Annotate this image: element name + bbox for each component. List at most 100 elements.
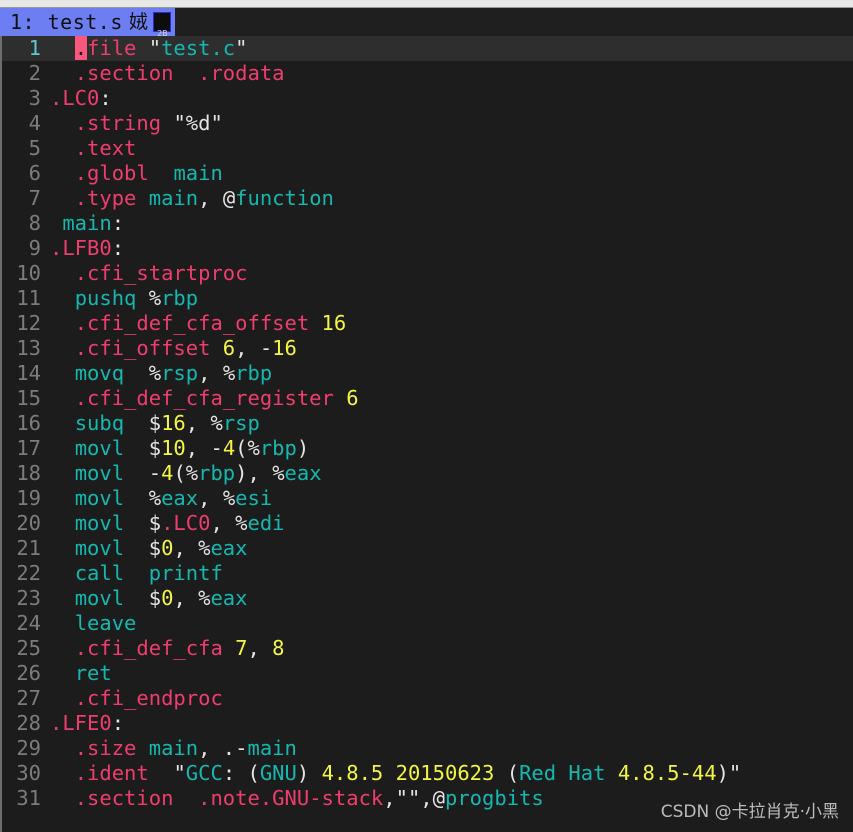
code-line[interactable]: 26 ret	[2, 661, 853, 686]
code-token: call	[74, 561, 125, 585]
code-line[interactable]: 7 .type main, @function	[2, 186, 853, 211]
code-token: main	[148, 736, 199, 760]
code-token: ,	[247, 636, 273, 660]
line-content: movl %eax, %esi	[50, 486, 853, 511]
code-line[interactable]: 27 .cfi_endproc	[2, 686, 853, 711]
code-line[interactable]: 28 .LFE0:	[2, 711, 853, 736]
code-token: $	[148, 436, 162, 460]
line-number: 7	[28, 186, 41, 210]
code-line[interactable]: 19 movl %eax, %esi	[2, 486, 853, 511]
code-line[interactable]: 22 call printf	[2, 561, 853, 586]
code-token: test.c	[161, 36, 236, 60]
code-token: .LC0	[50, 86, 100, 110]
code-token: .cfi_def_cfa_offset	[74, 311, 310, 335]
code-token: ,	[173, 586, 199, 610]
code-line[interactable]: 29 .size main, .-main	[2, 736, 853, 761]
line-content: call printf	[50, 561, 853, 586]
line-number: 5	[28, 136, 41, 160]
code-token: ,	[173, 536, 199, 560]
editor-buffer[interactable]: 1 .file "test.c" 2 .section .rodata 3 .LC0:…	[0, 36, 853, 832]
code-token: 6	[346, 386, 359, 410]
code-line[interactable]: 21 movl $0, %eax	[2, 536, 853, 561]
line-content: .text	[50, 136, 853, 161]
code-token: :	[111, 211, 125, 235]
line-number: 20	[16, 511, 41, 535]
code-line[interactable]: 10 .cfi_startproc	[2, 261, 853, 286]
code-line[interactable]: 25 .cfi_def_cfa 7, 8	[2, 636, 853, 661]
code-line[interactable]: 16 subq $16, %rsp	[2, 411, 853, 436]
line-number: 31	[16, 786, 41, 810]
line-number: 27	[16, 686, 41, 710]
code-line[interactable]: 24 leave	[2, 611, 853, 636]
code-line[interactable]: 13 .cfi_offset 6, -16	[2, 336, 853, 361]
line-number: 23	[16, 586, 41, 610]
code-line[interactable]: 23 movl $0, %eax	[2, 586, 853, 611]
line-content: .cfi_def_cfa_offset 16	[50, 311, 853, 336]
line-number: 8	[28, 211, 41, 235]
code-line[interactable]: 1 .file "test.c"	[2, 36, 853, 61]
tab-test-s[interactable]: 1: test.s 娀 2B 80	[0, 8, 176, 62]
line-number: 25	[16, 636, 41, 660]
code-line[interactable]: 8 main:	[2, 211, 853, 236]
line-content: movl $10, -4(%rbp)	[50, 436, 853, 461]
code-line[interactable]: 17 movl $10, -4(%rbp)	[2, 436, 853, 461]
code-line[interactable]: 9 .LFB0:	[2, 236, 853, 261]
code-token: ,	[198, 186, 223, 210]
code-line[interactable]: 2 .section .rodata	[2, 61, 853, 86]
code-token: GCC	[185, 761, 223, 785]
code-token: 7	[235, 636, 248, 660]
code-line[interactable]: 5 .text	[2, 136, 853, 161]
code-token: .section	[74, 61, 174, 85]
code-line[interactable]: 30 .ident "GCC: (GNU) 4.8.5 20150623 (Re…	[2, 761, 853, 786]
code-line[interactable]: 11 pushq %rbp	[2, 286, 853, 311]
code-token: 10	[161, 436, 186, 460]
code-token: , -	[185, 436, 223, 460]
code-token: ,	[198, 361, 223, 385]
code-token: )	[296, 436, 310, 460]
code-token: $	[148, 511, 162, 535]
line-content: movq %rsp, %rbp	[50, 361, 853, 386]
code-line[interactable]: 6 .globl main	[2, 161, 853, 186]
code-token: %	[272, 461, 285, 485]
code-line[interactable]: 3 .LC0:	[2, 86, 853, 111]
code-token: .cfi_startproc	[74, 261, 248, 285]
code-token: ,	[185, 411, 211, 435]
code-token: ,	[198, 486, 223, 510]
line-content: .globl main	[50, 161, 853, 186]
code-line[interactable]: 14 movq %rsp, %rbp	[2, 361, 853, 386]
code-token: ""	[395, 786, 421, 810]
code-token: rbp	[259, 436, 297, 460]
code-token: main	[247, 736, 297, 760]
code-token: %	[222, 361, 236, 385]
code-line[interactable]: 20 movl $.LC0, %edi	[2, 511, 853, 536]
code-token: movl	[74, 461, 125, 485]
code-line[interactable]: 18 movl -4(%rbp), %eax	[2, 461, 853, 486]
code-line[interactable]: 4 .string "%d"	[2, 111, 853, 136]
line-content: main:	[50, 211, 853, 236]
code-token: main	[173, 161, 223, 185]
code-token: %	[148, 361, 162, 385]
code-token: %	[210, 411, 223, 435]
line-number: 1	[28, 36, 41, 60]
code-token: ,	[383, 786, 396, 810]
line-content: movl $0, %eax	[50, 536, 853, 561]
code-token: rbp	[235, 361, 273, 385]
code-line[interactable]: 12 .cfi_def_cfa_offset 16	[2, 311, 853, 336]
tabline-filler	[175, 8, 853, 36]
code-line[interactable]: 15 .cfi_def_cfa_register 6	[2, 386, 853, 411]
